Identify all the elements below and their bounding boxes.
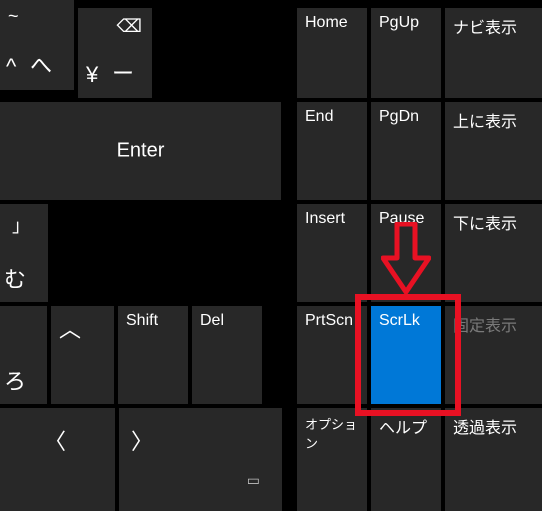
backspace-icon: ⌫ — [117, 16, 142, 37]
key-shift[interactable]: Shift — [118, 306, 188, 404]
key-help[interactable]: ヘルプ — [371, 408, 441, 511]
key-pgdn[interactable]: PgDn — [371, 102, 441, 200]
key-label: PgDn — [379, 108, 419, 126]
key-label: 透過表示 — [453, 414, 517, 438]
key-shift-left[interactable]: 〈 — [0, 408, 115, 511]
key-yen[interactable]: ⌫ ¥ ー — [78, 8, 152, 98]
key-prtscn[interactable]: PrtScn — [297, 306, 367, 404]
key-trans-show[interactable]: 透過表示 — [445, 408, 542, 511]
key-label: ナビ表示 — [453, 14, 517, 38]
key-label: 上に表示 — [453, 108, 517, 132]
key-option[interactable]: オプション — [297, 408, 367, 511]
key-label: Del — [200, 312, 224, 330]
key-label: 固定表示 — [453, 312, 517, 336]
key-pgup[interactable]: PgUp — [371, 8, 441, 98]
key-label: ^ — [6, 54, 16, 80]
key-label: ScrLk — [379, 312, 420, 330]
key-label: ろ — [4, 364, 26, 396]
key-pause[interactable]: Pause — [371, 204, 441, 302]
key-label: ~ — [8, 6, 19, 27]
key-mu[interactable]: 」 む — [0, 204, 48, 302]
chevron-left-icon: 〈 — [44, 424, 66, 456]
key-label: Insert — [305, 210, 345, 228]
key-down-show[interactable]: 下に表示 — [445, 204, 542, 302]
key-fix-show[interactable]: 固定表示 — [445, 306, 542, 404]
key-enter[interactable]: Enter — [0, 102, 281, 200]
key-label: 下に表示 — [453, 210, 517, 234]
key-label: End — [305, 108, 333, 126]
key-shift-right[interactable]: 〉 ▭ — [119, 408, 282, 511]
menu-icon: ▭ — [247, 472, 260, 489]
key-up-show[interactable]: 上に表示 — [445, 102, 542, 200]
key-label: ー — [112, 56, 134, 88]
key-label: PgUp — [379, 14, 419, 32]
key-label: Shift — [126, 312, 158, 330]
key-end[interactable]: End — [297, 102, 367, 200]
key-label: Pause — [379, 210, 424, 228]
key-del[interactable]: Del — [192, 306, 262, 404]
key-insert[interactable]: Insert — [297, 204, 367, 302]
key-label: Enter — [117, 140, 165, 163]
key-scrlk[interactable]: ScrLk — [371, 306, 441, 404]
key-label: オプション — [305, 414, 367, 452]
key-tilde[interactable]: ~ ^ へ — [0, 0, 74, 90]
key-shift-up[interactable]: ︿ — [51, 306, 114, 404]
key-label: 」 — [12, 212, 30, 238]
key-ro[interactable]: ろ — [0, 306, 47, 404]
key-label: Home — [305, 14, 348, 32]
key-home[interactable]: Home — [297, 8, 367, 98]
chevron-right-icon: 〉 — [131, 424, 153, 456]
key-label: む — [4, 262, 26, 294]
key-label: ヘルプ — [379, 414, 427, 438]
key-nav-show[interactable]: ナビ表示 — [445, 8, 542, 98]
caret-up-icon: ︿ — [59, 312, 81, 344]
key-label: ¥ — [86, 62, 98, 88]
key-label: へ — [30, 48, 52, 80]
key-label: PrtScn — [305, 312, 353, 330]
